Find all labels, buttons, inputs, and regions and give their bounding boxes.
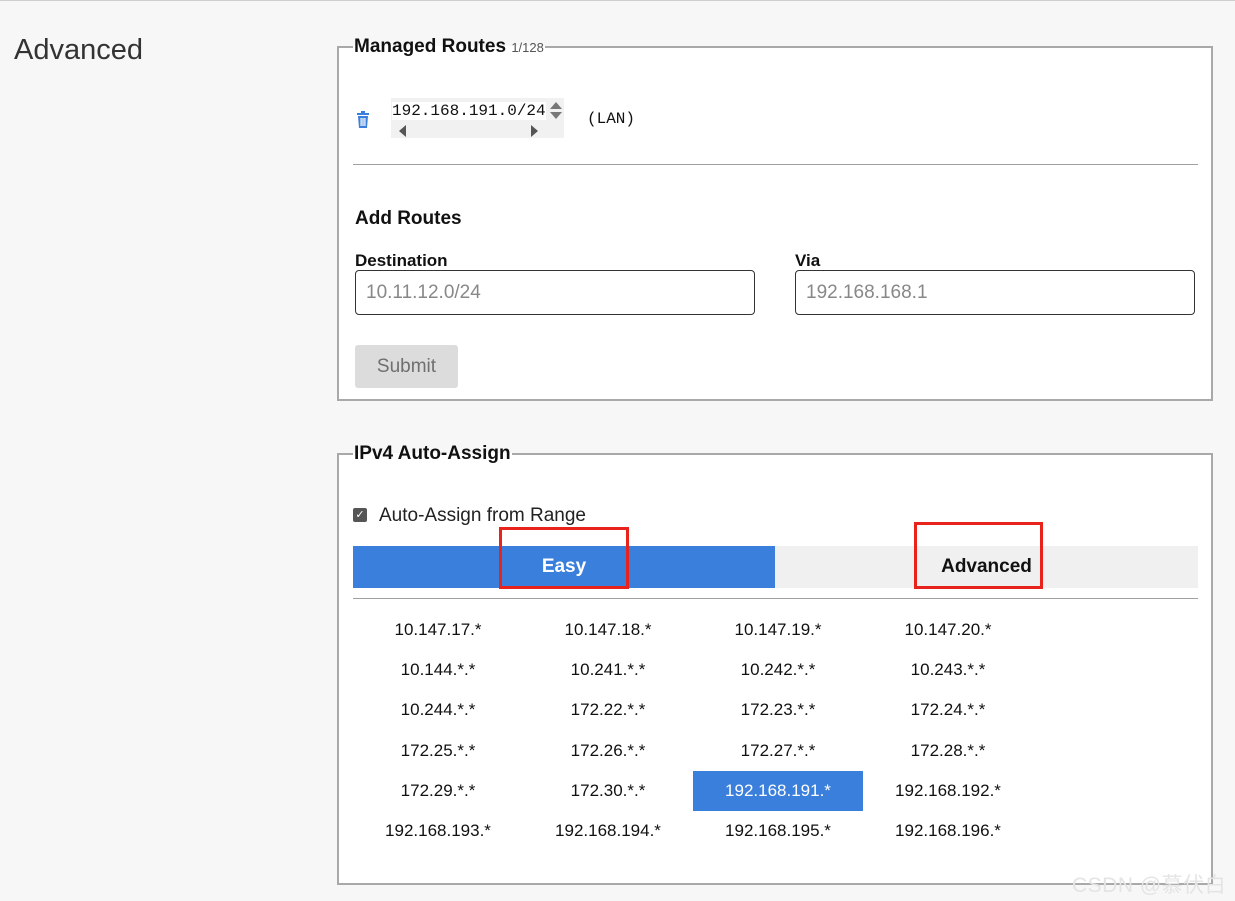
auto-assign-label: Auto-Assign from Range (379, 505, 586, 526)
managed-routes-title: Managed Routes (354, 36, 507, 57)
route-row: 192.168.191.0/24 (LAN) (355, 98, 755, 138)
range-option[interactable]: 10.147.18.* (523, 610, 693, 650)
route-count: 1/128 (511, 40, 544, 55)
range-option[interactable]: 192.168.196.* (863, 811, 1033, 851)
range-option[interactable]: 172.24.*.* (863, 690, 1033, 730)
destination-input[interactable] (355, 270, 755, 315)
range-option[interactable]: 172.25.*.* (353, 731, 523, 771)
range-option[interactable]: 10.144.*.* (353, 650, 523, 690)
range-option[interactable]: 192.168.191.* (693, 770, 863, 811)
range-option[interactable]: 192.168.195.* (693, 811, 863, 851)
range-option[interactable]: 192.168.193.* (353, 811, 523, 851)
routes-divider (353, 164, 1198, 165)
managed-routes-panel: Managed Routes 1/128 192.168.191.0/24 (L… (337, 36, 1213, 401)
ipv4-auto-assign-panel: IPv4 Auto-Assign ✓ Auto-Assign from Rang… (337, 443, 1213, 885)
destination-label: Destination (355, 251, 448, 270)
horizontal-scrollbar[interactable] (391, 124, 564, 138)
range-option[interactable]: 192.168.194.* (523, 811, 693, 851)
range-option[interactable]: 10.147.17.* (353, 610, 523, 650)
auto-assign-checkbox[interactable]: ✓ (353, 508, 367, 522)
spin-up-icon[interactable] (550, 102, 562, 109)
range-option[interactable]: 10.244.*.* (353, 690, 523, 730)
range-option[interactable]: 172.23.*.* (693, 690, 863, 730)
submit-button[interactable]: Submit (355, 345, 458, 388)
range-option[interactable]: 10.241.*.* (523, 650, 693, 690)
range-option[interactable]: 10.147.20.* (863, 610, 1033, 650)
range-option[interactable]: 172.30.*.* (523, 771, 693, 811)
managed-routes-legend: Managed Routes 1/128 (353, 36, 545, 58)
route-target-value: 192.168.191.0/24 (392, 102, 546, 120)
top-divider (0, 0, 1235, 1)
add-routes-title: Add Routes (355, 208, 462, 229)
assign-mode-tabs: Easy Advanced (353, 546, 1198, 588)
route-target-field[interactable]: 192.168.191.0/24 (391, 98, 564, 138)
range-option[interactable]: 10.242.*.* (693, 650, 863, 690)
trash-icon[interactable] (355, 111, 371, 129)
tab-advanced[interactable]: Advanced (775, 546, 1198, 588)
scroll-left-icon[interactable] (399, 125, 406, 137)
range-option[interactable]: 172.22.*.* (523, 690, 693, 730)
range-option[interactable]: 172.27.*.* (693, 731, 863, 771)
range-option[interactable]: 172.28.*.* (863, 731, 1033, 771)
spin-down-icon[interactable] (550, 112, 562, 119)
via-input[interactable] (795, 270, 1195, 315)
ipv4-legend: IPv4 Auto-Assign (354, 443, 511, 464)
watermark: CSDN @慕伏白 (1072, 874, 1227, 897)
range-option[interactable]: 192.168.192.* (863, 771, 1033, 811)
range-option[interactable]: 172.26.*.* (523, 731, 693, 771)
route-via-tag: (LAN) (587, 110, 636, 128)
section-title: Advanced (14, 34, 143, 66)
range-option[interactable]: 10.147.19.* (693, 610, 863, 650)
tab-easy[interactable]: Easy (353, 546, 775, 588)
range-option[interactable]: 172.29.*.* (353, 771, 523, 811)
range-option[interactable]: 10.243.*.* (863, 650, 1033, 690)
tabs-divider (353, 598, 1198, 599)
scroll-right-icon[interactable] (531, 125, 538, 137)
via-label: Via (795, 251, 821, 270)
